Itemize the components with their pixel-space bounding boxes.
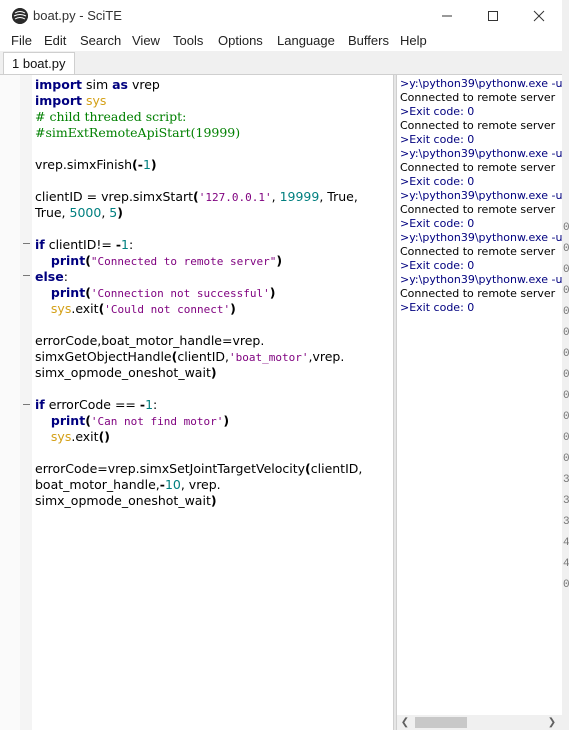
menu-search[interactable]: Search (80, 33, 121, 48)
menu-view[interactable]: View (132, 33, 160, 48)
background-digit: 0 (563, 348, 569, 360)
menu-options[interactable]: Options (218, 33, 263, 48)
close-button[interactable] (516, 0, 562, 32)
scite-window: boat.py - SciTE File Edit Search View To… (0, 0, 563, 730)
menu-file[interactable]: File (11, 33, 32, 48)
background-digit: 0 (563, 285, 569, 297)
background-digit: 4 (563, 537, 569, 549)
scrollbar-thumb[interactable] (415, 717, 467, 728)
menu-tools[interactable]: Tools (173, 33, 203, 48)
code-editor[interactable]: import sim as vrep import sys # child thre… (0, 75, 393, 730)
background-digit: 0 (563, 243, 569, 255)
code-line[interactable]: simx_opmode_oneshot_wait) (35, 365, 385, 381)
code-line[interactable]: clientID = vrep.simxStart('127.0.0.1', 1… (35, 189, 385, 206)
code-line[interactable]: simxGetObjectHandle(clientID,'boat_motor… (35, 349, 385, 366)
code-line[interactable]: True, 5000, 5) (35, 205, 385, 221)
background-digit: 0 (563, 369, 569, 381)
code-line[interactable]: print("Connected to remote server") (35, 253, 385, 270)
background-digit: 0 (563, 432, 569, 444)
code-line[interactable]: simx_opmode_oneshot_wait) (35, 493, 385, 509)
code-line[interactable]: # child threaded script: (35, 109, 385, 125)
minimize-button[interactable] (424, 0, 470, 32)
output-line: >Exit code: 0 (400, 105, 475, 118)
output-pane[interactable]: >y:\python39\pythonw.exe -u Connected to … (397, 75, 562, 715)
menu-help[interactable]: Help (400, 33, 427, 48)
background-digit: 0 (563, 579, 569, 591)
fold-marker[interactable] (23, 243, 30, 244)
scroll-left-icon[interactable]: ❮ (400, 717, 410, 728)
close-icon (533, 10, 545, 22)
output-line: >Exit code: 0 (400, 301, 475, 314)
fold-margin[interactable] (20, 75, 32, 730)
maximize-button[interactable] (470, 0, 516, 32)
background-digit: 0 (563, 327, 569, 339)
menu-bar: File Edit Search View Tools Options Lang… (0, 32, 562, 51)
tab-boat-py[interactable]: 1 boat.py (3, 52, 75, 74)
menu-edit[interactable]: Edit (44, 33, 66, 48)
menu-buffers[interactable]: Buffers (348, 33, 389, 48)
minimize-icon (442, 15, 452, 17)
scroll-right-icon[interactable]: ❯ (547, 717, 557, 728)
output-line: >Exit code: 0 (400, 133, 475, 146)
maximize-icon (488, 11, 498, 21)
tab-bar: 1 boat.py (0, 51, 562, 75)
output-line: >y:\python39\pythonw.exe -u (400, 273, 562, 286)
background-digit: 3 (563, 474, 569, 486)
output-line: Connected to remote server (400, 161, 556, 174)
output-line: >y:\python39\pythonw.exe -u (400, 231, 562, 244)
output-line: >Exit code: 0 (400, 217, 475, 230)
scite-logo-icon (12, 8, 28, 24)
output-horizontal-scrollbar[interactable]: ❮ ❯ (397, 715, 562, 730)
output-line: >y:\python39\pythonw.exe -u (400, 147, 562, 160)
code-line[interactable]: errorCode,boat_motor_handle=vrep. (35, 333, 385, 349)
code-line[interactable]: vrep.simxFinish(-1) (35, 157, 385, 173)
background-digit: 0 (563, 306, 569, 318)
output-line: >y:\python39\pythonw.exe -u (400, 77, 562, 90)
background-digit: 0 (563, 264, 569, 276)
output-line: Connected to remote server (400, 287, 556, 300)
code-line[interactable]: if clientID!= -1: (35, 237, 385, 253)
title-bar[interactable]: boat.py - SciTE (0, 0, 562, 32)
code-line[interactable]: errorCode=vrep.simxSetJointTargetVelocit… (35, 461, 385, 477)
line-margin[interactable] (0, 75, 20, 730)
window-title: boat.py - SciTE (33, 8, 122, 23)
output-line: Connected to remote server (400, 203, 556, 216)
background-digit: 3 (563, 516, 569, 528)
background-digit: 0 (563, 411, 569, 423)
code-line[interactable]: print('Can not find motor') (35, 413, 385, 430)
output-line: >Exit code: 0 (400, 175, 475, 188)
fold-marker[interactable] (23, 404, 30, 405)
output-line: >Exit code: 0 (400, 259, 475, 272)
code-line[interactable]: import sys (35, 93, 385, 109)
code-line[interactable]: sys.exit('Could not connect') (35, 301, 385, 318)
background-digit: 4 (563, 558, 569, 570)
code-line[interactable]: else: (35, 269, 385, 285)
code-line[interactable]: if errorCode == -1: (35, 397, 385, 413)
code-line[interactable]: sys.exit() (35, 429, 385, 445)
background-digit: 0 (563, 390, 569, 402)
background-window-edge: 0 0 0 0 0 0 0 0 0 0 0 0 3 3 3 4 4 0 (562, 0, 569, 730)
code-line[interactable]: #simExtRemoteApiStart(19999) (35, 125, 385, 141)
code-line[interactable]: print('Connection not successful') (35, 285, 385, 302)
fold-marker[interactable] (23, 275, 30, 276)
code-line[interactable]: boat_motor_handle,-10, vrep. (35, 477, 385, 493)
output-line: >y:\python39\pythonw.exe -u (400, 189, 562, 202)
menu-language[interactable]: Language (277, 33, 335, 48)
background-digit: 0 (563, 222, 569, 234)
output-line: Connected to remote server (400, 119, 556, 132)
code-line[interactable]: import sim as vrep (35, 77, 385, 93)
output-line: Connected to remote server (400, 91, 556, 104)
output-line: Connected to remote server (400, 245, 556, 258)
background-digit: 3 (563, 495, 569, 507)
background-digit: 0 (563, 453, 569, 465)
